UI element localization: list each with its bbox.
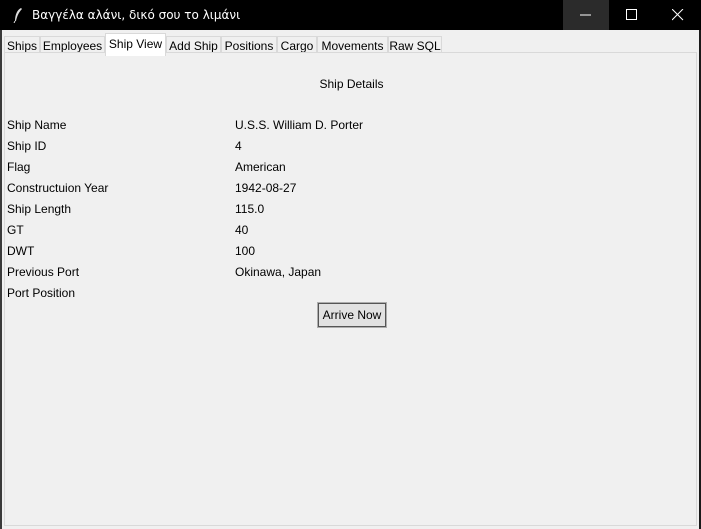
detail-row-flag: Flag American xyxy=(5,157,698,178)
detail-value: 115.0 xyxy=(235,202,265,216)
close-icon xyxy=(672,9,684,21)
maximize-icon xyxy=(626,9,637,20)
detail-label: Ship Name xyxy=(7,118,67,132)
detail-row-ship-id: Ship ID 4 xyxy=(5,136,698,157)
detail-value: 4 xyxy=(235,139,242,153)
detail-value: Okinawa, Japan xyxy=(235,265,322,279)
detail-row-gt: GT 40 xyxy=(5,220,698,241)
detail-value: 100 xyxy=(235,244,256,258)
detail-row-ship-length: Ship Length 115.0 xyxy=(5,199,698,220)
detail-row-previous-port: Previous Port Okinawa, Japan xyxy=(5,262,698,283)
minimize-icon xyxy=(580,14,591,16)
detail-value: U.S.S. William D. Porter xyxy=(235,118,364,132)
feather-icon xyxy=(12,7,24,24)
title-bar: Βαγγέλα αλάνι, δικό σου το λιμάνι xyxy=(0,0,701,30)
maximize-button[interactable] xyxy=(609,0,655,30)
detail-value: 40 xyxy=(235,223,249,237)
window-title: Βαγγέλα αλάνι, δικό σου το λιμάνι xyxy=(32,8,241,22)
detail-label: Port Position xyxy=(7,286,76,300)
detail-row-ship-name: Ship Name U.S.S. William D. Porter xyxy=(5,115,698,136)
detail-row-dwt: DWT 100 xyxy=(5,241,698,262)
ship-view-panel: Ship Details Ship Name U.S.S. William D.… xyxy=(4,52,697,526)
detail-row-construction-year: Constructuion Year 1942-08-27 xyxy=(5,178,698,199)
detail-label: Previous Port xyxy=(7,265,80,279)
detail-row-port-position: Port Position xyxy=(5,283,698,304)
details-title: Ship Details xyxy=(319,77,384,91)
detail-label: Constructuion Year xyxy=(7,181,109,195)
minimize-button[interactable] xyxy=(563,0,609,30)
window-client: Ships Employees Ship View Add Ship Posit… xyxy=(2,30,699,529)
detail-label: Flag xyxy=(7,160,31,174)
detail-value: American xyxy=(235,160,286,174)
detail-label: Ship Length xyxy=(7,202,72,216)
arrive-now-button[interactable]: Arrive Now xyxy=(317,302,387,328)
tab-ship-view[interactable]: Ship View xyxy=(105,33,166,56)
detail-label: GT xyxy=(7,223,24,237)
detail-value: 1942-08-27 xyxy=(235,181,297,195)
detail-label: DWT xyxy=(7,244,35,258)
detail-label: Ship ID xyxy=(7,139,47,153)
close-button[interactable] xyxy=(655,0,701,30)
